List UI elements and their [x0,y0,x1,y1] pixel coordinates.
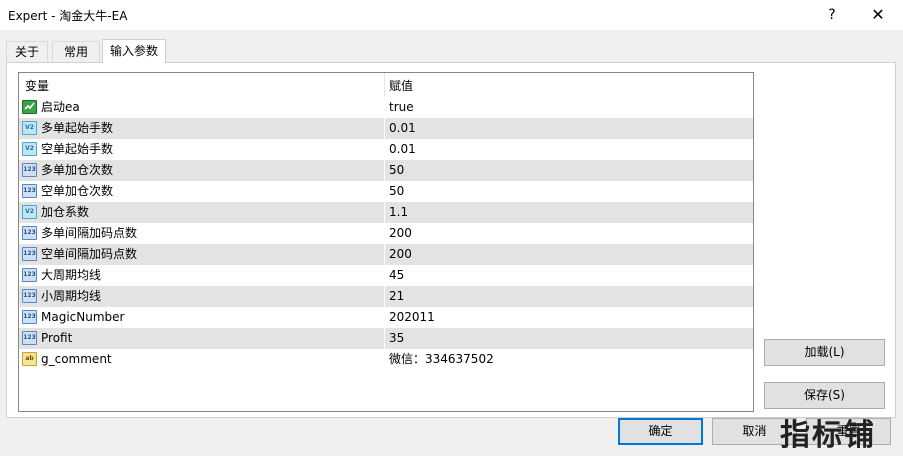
row-variable-name: 大周期均线 [41,268,102,282]
int-param-icon: 123 [22,163,37,177]
row-value-cell[interactable]: 50 [385,160,753,181]
load-button[interactable]: 加载(L) [764,339,885,366]
watermark-logo: 指标铺 [780,418,876,453]
row-variable-name: Profit [41,331,73,345]
parameter-rows: 启动ea true V2 多单起始手数 0.01 V2 空单起始手数 0.01 123 多单加仓次… [19,97,753,370]
double-param-icon: V2 [22,142,37,156]
row-variable-cell: 123 空单间隔加码点数 [19,244,385,265]
row-variable-cell: V2 加仓系数 [19,202,385,223]
double-param-icon: V2 [22,205,37,219]
row-value-cell[interactable]: 200 [385,223,753,244]
save-button[interactable]: 保存(S) [764,382,885,409]
row-variable-name: MagicNumber [41,310,125,324]
row-variable-cell: 123 大周期均线 [19,265,385,286]
row-variable-name: 多单起始手数 [41,121,114,135]
row-variable-cell: 123 MagicNumber [19,307,385,328]
table-row[interactable]: 123 多单间隔加码点数 200 [19,223,753,244]
row-value-cell[interactable]: 50 [385,181,753,202]
table-row[interactable]: 123 Profit 35 [19,328,753,349]
row-variable-name: g_comment [41,352,112,366]
row-value-cell[interactable]: true [385,97,753,118]
row-value-cell[interactable]: 微信：334637502 [385,349,753,370]
table-row[interactable]: ab g_comment 微信：334637502 [19,349,753,370]
table-row[interactable]: 123 大周期均线 45 [19,265,753,286]
table-row[interactable]: 启动ea true [19,97,753,118]
int-param-icon: 123 [22,184,37,198]
row-value-cell[interactable]: 35 [385,328,753,349]
int-param-icon: 123 [22,268,37,282]
column-header-variable[interactable]: 变量 [19,73,385,97]
row-value-cell[interactable]: 21 [385,286,753,307]
tab-inputs[interactable]: 输入参数 [102,39,166,63]
int-param-icon: 123 [22,310,37,324]
row-variable-cell: V2 空单起始手数 [19,139,385,160]
row-value-cell[interactable]: 0.01 [385,118,753,139]
parameter-list[interactable]: 变量 赋值 启动ea true V2 多单起始手数 0.01 V2 空单起始手数 0.01 12… [18,72,754,412]
int-param-icon: 123 [22,247,37,261]
close-icon[interactable]: ✕ [858,0,898,30]
table-row[interactable]: 123 小周期均线 21 [19,286,753,307]
table-row[interactable]: 123 空单加仓次数 50 [19,181,753,202]
row-variable-name: 启动ea [41,100,80,114]
row-variable-name: 多单加仓次数 [41,163,114,177]
row-value-cell[interactable]: 200 [385,244,753,265]
table-row[interactable]: 123 多单加仓次数 50 [19,160,753,181]
row-value-cell[interactable]: 45 [385,265,753,286]
row-variable-name: 加仓系数 [41,205,90,219]
row-variable-name: 多单间隔加码点数 [41,226,138,240]
table-row[interactable]: V2 空单起始手数 0.01 [19,139,753,160]
tab-about[interactable]: 关于 [6,41,48,62]
window-title: Expert - 淘金大牛-EA [8,9,128,23]
row-value-cell[interactable]: 202011 [385,307,753,328]
row-variable-cell: 123 小周期均线 [19,286,385,307]
row-variable-cell: 123 空单加仓次数 [19,181,385,202]
ok-button[interactable]: 确定 [618,418,703,445]
row-variable-name: 空单间隔加码点数 [41,247,138,261]
row-variable-cell: 123 多单间隔加码点数 [19,223,385,244]
int-param-icon: 123 [22,289,37,303]
row-value-cell[interactable]: 1.1 [385,202,753,223]
row-variable-cell: V2 多单起始手数 [19,118,385,139]
row-variable-cell: 123 多单加仓次数 [19,160,385,181]
help-icon[interactable]: ? [812,0,852,30]
string-param-icon: ab [22,352,37,366]
bool-param-icon [22,100,37,114]
int-param-icon: 123 [22,331,37,345]
row-variable-cell: 启动ea [19,97,385,118]
row-variable-name: 空单起始手数 [41,142,114,156]
row-variable-cell: 123 Profit [19,328,385,349]
table-row[interactable]: V2 多单起始手数 0.01 [19,118,753,139]
title-bar: Expert - 淘金大牛-EA ? ✕ [0,0,903,30]
tab-common[interactable]: 常用 [52,41,100,62]
table-row[interactable]: V2 加仓系数 1.1 [19,202,753,223]
table-row[interactable]: 123 空单间隔加码点数 200 [19,244,753,265]
row-variable-cell: ab g_comment [19,349,385,370]
list-header: 变量 赋值 [19,73,753,97]
row-value-cell[interactable]: 0.01 [385,139,753,160]
row-variable-name: 空单加仓次数 [41,184,114,198]
table-row[interactable]: 123 MagicNumber 202011 [19,307,753,328]
row-variable-name: 小周期均线 [41,289,102,303]
column-header-value[interactable]: 赋值 [385,73,753,97]
int-param-icon: 123 [22,226,37,240]
double-param-icon: V2 [22,121,37,135]
